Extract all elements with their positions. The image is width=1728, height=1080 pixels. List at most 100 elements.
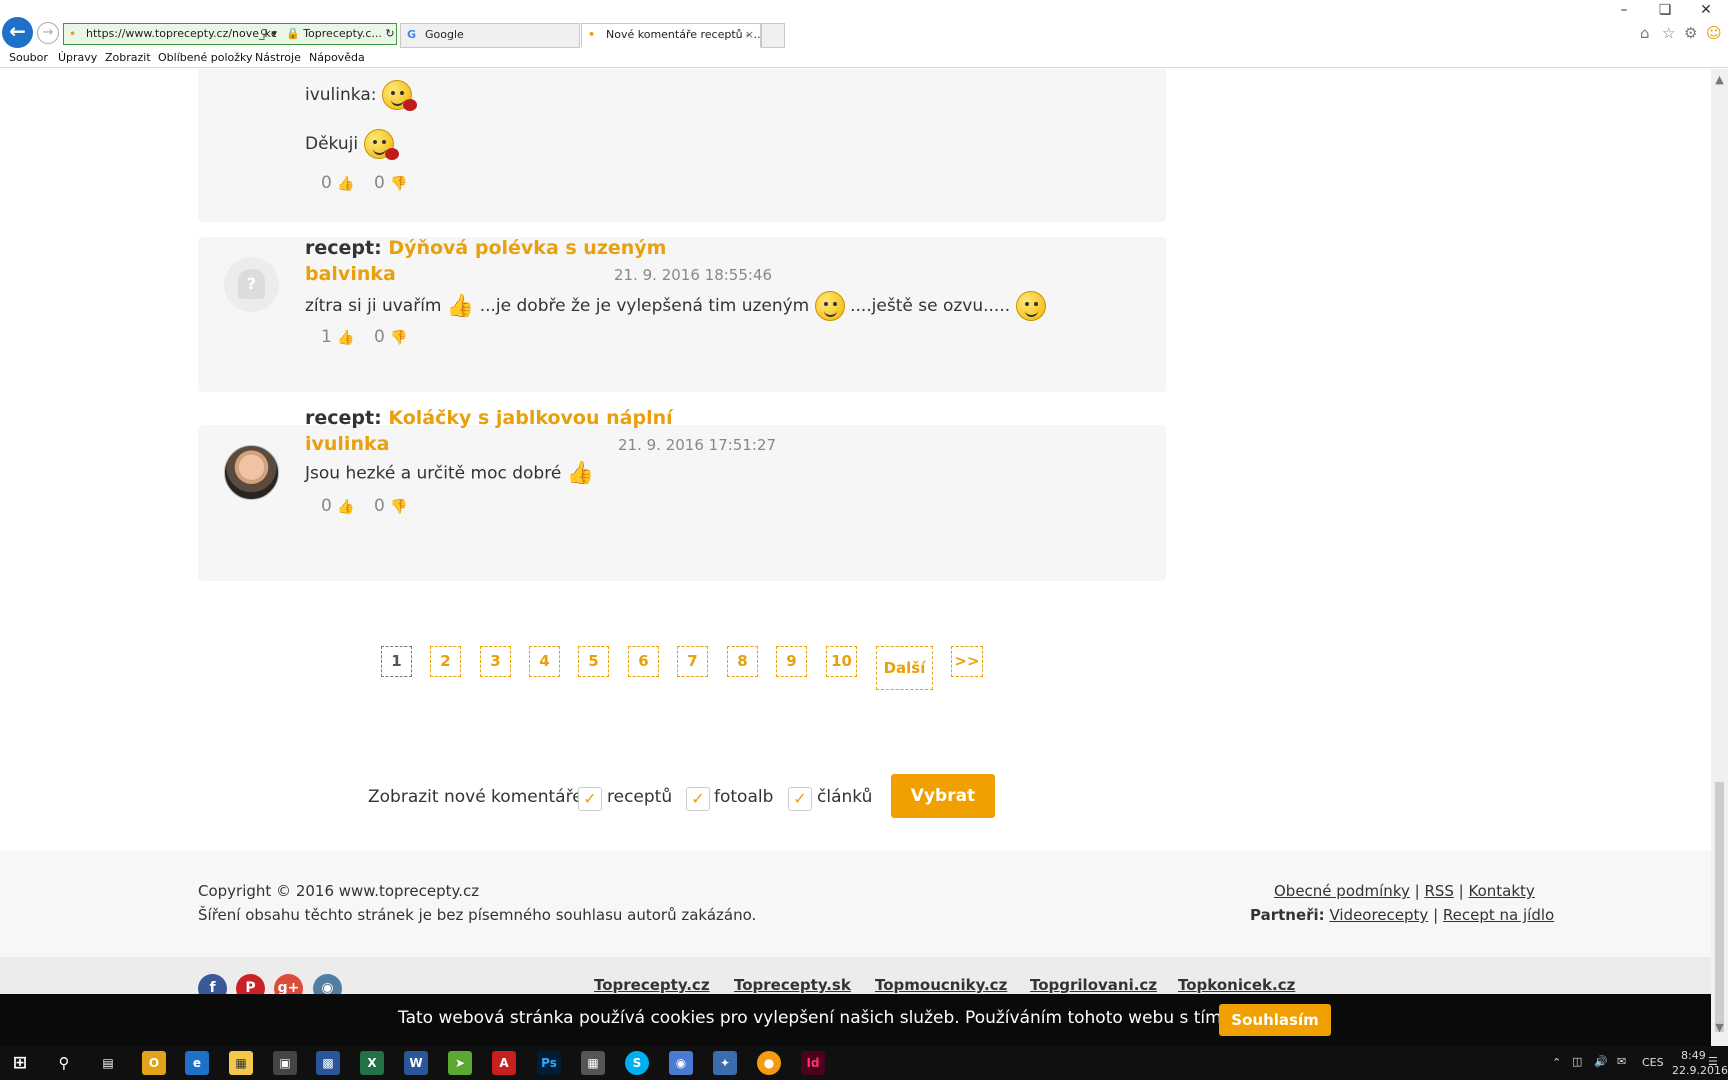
menu-zobrazit[interactable]: Zobrazit — [105, 51, 151, 64]
favorites-star-icon[interactable]: ☆ — [1662, 24, 1675, 42]
network-app-icon[interactable]: ◉ — [669, 1051, 693, 1075]
user-link[interactable]: balvinka — [305, 263, 396, 285]
recipes-checkbox-label[interactable]: receptů — [607, 787, 672, 807]
tray-chevron-icon[interactable]: ⌃ — [1552, 1056, 1561, 1069]
close-tab-icon[interactable]: × — [745, 24, 754, 46]
like-button[interactable]: 1 👍 — [321, 327, 355, 347]
recept-na-jidlo-link[interactable]: Recept na jídlo — [1443, 906, 1554, 924]
cookie-accept-button[interactable]: Souhlasím — [1219, 1004, 1331, 1036]
page-5-button[interactable]: 5 — [578, 646, 609, 677]
action-center-icon[interactable]: ☰ — [1708, 1055, 1718, 1068]
scroll-thumb[interactable] — [1715, 782, 1724, 1032]
photoshop-icon[interactable]: Ps — [537, 1051, 561, 1075]
calculator-icon[interactable]: ▦ — [581, 1051, 605, 1075]
dislike-button[interactable]: 0 👎 — [374, 173, 408, 193]
store-icon[interactable]: ▣ — [273, 1051, 297, 1075]
terms-link[interactable]: Obecné podmínky — [1274, 882, 1410, 900]
recipe-link[interactable]: Dýňová polévka s uzeným — [388, 237, 666, 259]
network-icon[interactable]: ◫ — [1572, 1055, 1582, 1068]
skype-icon[interactable]: S — [625, 1051, 649, 1075]
menu-upravy[interactable]: Úpravy — [58, 51, 97, 64]
volume-icon[interactable]: 🔊 — [1594, 1055, 1608, 1068]
contacts-link[interactable]: Kontakty — [1469, 882, 1535, 900]
network-link[interactable]: Topmoucniky.cz — [875, 976, 1007, 994]
thumbs-up-emoji-icon: 👍 — [446, 293, 475, 319]
clock-date[interactable]: 22.9.2016 — [1672, 1064, 1728, 1077]
search-dropdown-icon[interactable]: ⚲ ▾ — [260, 24, 277, 44]
albums-checkbox-label[interactable]: fotoalb — [714, 787, 773, 807]
cookie-text: Tato webová stránka používá cookies pro … — [398, 1008, 1320, 1028]
default-avatar[interactable]: ? — [224, 257, 279, 312]
word-icon[interactable]: W — [404, 1051, 428, 1075]
network-link[interactable]: Topkonicek.cz — [1178, 976, 1295, 994]
network-link[interactable]: Topgrilovani.cz — [1030, 976, 1157, 994]
site-identity[interactable]: 🔒 Toprecepty.c... ↻ — [286, 24, 395, 44]
settings-gear-icon[interactable]: ⚙ — [1684, 24, 1697, 42]
like-button[interactable]: 0 👍 — [321, 496, 355, 516]
feedback-smiley-icon[interactable]: ☺ — [1706, 24, 1722, 42]
page-3-button[interactable]: 3 — [480, 646, 511, 677]
forward-button[interactable]: → — [37, 22, 59, 44]
page-9-button[interactable]: 9 — [776, 646, 807, 677]
internet-explorer-icon[interactable]: e — [185, 1051, 209, 1075]
like-button[interactable]: 0 👍 — [321, 173, 355, 193]
close-icon[interactable]: ✕ — [1691, 2, 1721, 18]
back-button[interactable]: ← — [2, 17, 33, 48]
menu-nastroje[interactable]: Nástroje — [255, 51, 301, 64]
restore-icon[interactable]: ❏ — [1650, 2, 1680, 18]
home-icon[interactable]: ⌂ — [1640, 24, 1650, 42]
albums-checkbox[interactable]: ✓ — [686, 787, 710, 811]
task-view-icon[interactable]: ▤ — [96, 1051, 120, 1075]
page-2-button[interactable]: 2 — [430, 646, 461, 677]
scroll-up-icon[interactable]: ▲ — [1711, 73, 1728, 86]
tab-google[interactable]: G Google — [400, 23, 580, 48]
filter-label: Zobrazit nové komentáře — [368, 787, 583, 807]
indesign-icon[interactable]: Id — [801, 1051, 825, 1075]
dislike-button[interactable]: 0 👎 — [374, 327, 408, 347]
select-button[interactable]: Vybrat — [891, 774, 995, 818]
page-1-button[interactable]: 1 — [381, 646, 412, 677]
vertical-scrollbar[interactable]: ▲ ▼ — [1711, 69, 1728, 1046]
cookie-banner: Tato webová stránka používá cookies pro … — [0, 994, 1711, 1046]
notification-icon[interactable]: ✉ — [1617, 1055, 1626, 1068]
minimize-icon[interactable]: – — [1609, 2, 1639, 18]
outlook-icon[interactable]: O — [142, 1051, 166, 1075]
scroll-down-icon[interactable]: ▼ — [1711, 1021, 1728, 1034]
save-app-icon[interactable]: ▩ — [316, 1051, 340, 1075]
user-link[interactable]: ivulinka — [305, 433, 389, 455]
next-page-button[interactable]: Další — [876, 646, 933, 690]
menu-oblibene[interactable]: Oblíbené položky — [158, 51, 253, 64]
new-tab-button[interactable] — [761, 23, 785, 48]
green-app-icon[interactable]: ➤ — [448, 1051, 472, 1075]
comment-date: 21. 9. 2016 18:55:46 — [614, 266, 773, 284]
clock-time[interactable]: 8:49 — [1681, 1049, 1706, 1062]
tab-comments[interactable]: • Nové komentáře receptů - ... × — [581, 23, 761, 48]
network-link[interactable]: Toprecepty.sk — [734, 976, 851, 994]
acrobat-icon[interactable]: A — [492, 1051, 516, 1075]
last-page-button[interactable]: >> — [951, 646, 983, 677]
recipe-link[interactable]: Koláčky s jablkovou náplní — [388, 407, 672, 429]
address-bar[interactable]: • https://www.toprecepty.cz/nove_kc ⚲ ▾ … — [63, 23, 397, 45]
recipes-checkbox[interactable]: ✓ — [578, 787, 602, 811]
user-avatar[interactable] — [224, 445, 279, 500]
excel-icon[interactable]: X — [360, 1051, 384, 1075]
videorecepty-link[interactable]: Videorecepty — [1329, 906, 1428, 924]
page-7-button[interactable]: 7 — [677, 646, 708, 677]
language-indicator[interactable]: CES — [1642, 1056, 1664, 1069]
articles-checkbox-label[interactable]: článků — [817, 787, 872, 807]
menu-napoveda[interactable]: Nápověda — [309, 51, 365, 64]
orange-app-icon[interactable]: ● — [757, 1051, 781, 1075]
rss-link[interactable]: RSS — [1424, 882, 1453, 900]
menu-soubor[interactable]: Soubor — [9, 51, 48, 64]
search-icon[interactable]: ⚲ — [52, 1051, 76, 1075]
file-explorer-icon[interactable]: ▦ — [229, 1051, 253, 1075]
page-4-button[interactable]: 4 — [529, 646, 560, 677]
network-link[interactable]: Toprecepty.cz — [594, 976, 710, 994]
dislike-button[interactable]: 0 👎 — [374, 496, 408, 516]
page-6-button[interactable]: 6 — [628, 646, 659, 677]
start-windows-icon[interactable]: ⊞ — [8, 1051, 32, 1075]
articles-checkbox[interactable]: ✓ — [788, 787, 812, 811]
page-10-button[interactable]: 10 — [826, 646, 857, 677]
page-8-button[interactable]: 8 — [727, 646, 758, 677]
bird-app-icon[interactable]: ✦ — [713, 1051, 737, 1075]
